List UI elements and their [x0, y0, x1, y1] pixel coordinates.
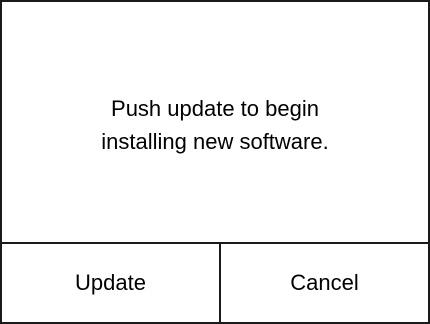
- message-line-1: Push update to begin: [111, 96, 319, 121]
- dialog-message: Push update to begin installing new soft…: [101, 92, 328, 158]
- cancel-button-label: Cancel: [290, 270, 359, 295]
- update-dialog: Push update to begin installing new soft…: [0, 0, 430, 324]
- button-row: Update Cancel: [2, 244, 428, 322]
- update-button-label: Update: [75, 270, 146, 295]
- message-line-2: installing new software.: [101, 129, 329, 154]
- cancel-button[interactable]: Cancel: [221, 244, 428, 322]
- update-button[interactable]: Update: [2, 244, 221, 322]
- message-area: Push update to begin installing new soft…: [2, 2, 428, 244]
